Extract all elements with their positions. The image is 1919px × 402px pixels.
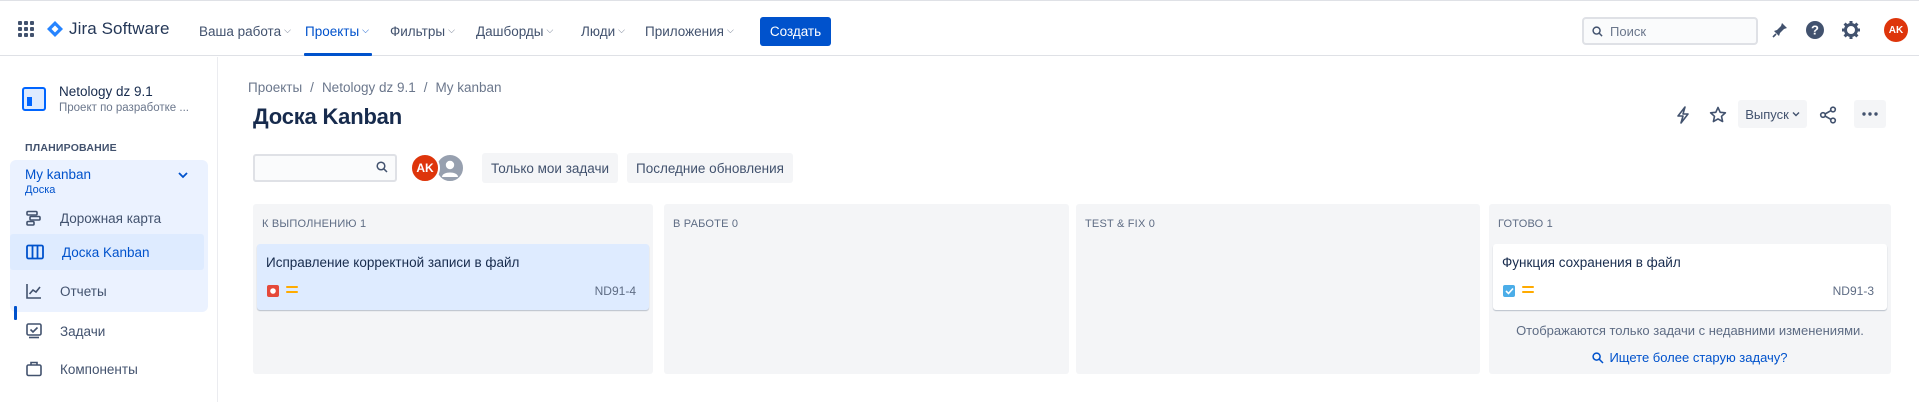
sidebar-item-reports[interactable]: Отчеты — [10, 273, 204, 309]
jira-logo[interactable]: Jira Software — [46, 19, 170, 39]
board-column-in-progress: В РАБОТЕ 0 — [664, 204, 1069, 374]
issue-card[interactable]: Исправление корректной записи в файл ND9… — [257, 244, 649, 310]
project-sidebar: Netology dz 9.1 Проект по разработке ...… — [0, 57, 218, 402]
active-nav-indicator — [304, 53, 372, 56]
nav-label: Люди — [581, 23, 616, 39]
app-switcher-icon[interactable] — [18, 21, 34, 37]
project-type: Проект по разработке ... — [59, 102, 189, 114]
sidebar-item-issues[interactable]: Задачи — [10, 313, 204, 349]
column-header: ГОТОВО 1 — [1498, 218, 1553, 230]
board-switcher-sub: Доска — [25, 184, 56, 196]
user-avatar[interactable]: AK — [1884, 18, 1908, 42]
board-column-todo: К ВЫПОЛНЕНИЮ 1 Исправление корректной за… — [253, 204, 653, 374]
column-header: В РАБОТЕ 0 — [673, 218, 739, 230]
planning-section-title: ПЛАНИРОВАНИЕ — [25, 142, 117, 154]
column-header: К ВЫПОЛНЕНИЮ 1 — [262, 218, 367, 230]
breadcrumb-separator: / — [423, 80, 428, 95]
create-button[interactable]: Создать — [760, 17, 831, 46]
nav-apps[interactable]: Приложения ⌵ — [645, 22, 734, 40]
chevron-down-icon: ⌵ — [546, 24, 554, 35]
filter-recently-updated[interactable]: Последние обновления — [627, 153, 793, 183]
nav-label: Проекты — [305, 23, 360, 39]
board-column-done: ГОТОВО 1 Функция сохранения в файл ND91-… — [1489, 204, 1891, 374]
older-issues-link-label: Ищете более старую задачу? — [1609, 350, 1788, 365]
search-icon — [376, 161, 388, 173]
board-search-input[interactable] — [255, 156, 365, 180]
sidebar-item-label: Отчеты — [60, 283, 107, 299]
issue-key[interactable]: ND91-3 — [1833, 284, 1874, 298]
svg-text:?: ? — [1811, 23, 1819, 38]
sidebar-item-roadmap[interactable]: Дорожная карта — [10, 200, 204, 236]
share-icon[interactable] — [1816, 103, 1840, 127]
board-icon — [26, 244, 44, 260]
nav-label: Фильтры — [390, 23, 446, 39]
project-name[interactable]: Netology dz 9.1 — [59, 84, 153, 99]
app-name: Jira Software — [69, 19, 170, 38]
sidebar-item-kanban-board[interactable]: Доска Kanban — [10, 234, 204, 270]
chevron-down-icon: ⌵ — [726, 24, 734, 35]
issue-card[interactable]: Функция сохранения в файл ND91-3 — [1493, 244, 1887, 310]
sidebar-item-label: Дорожная карта — [60, 210, 162, 226]
nav-your-work[interactable]: Ваша работа ⌵ — [199, 22, 291, 40]
search-input[interactable] — [1610, 23, 1740, 39]
sidebar-item-label: Задачи — [60, 323, 106, 339]
chevron-down-icon: ⌵ — [362, 24, 369, 35]
sidebar-item-components[interactable]: Компоненты — [10, 351, 204, 387]
issue-key[interactable]: ND91-4 — [595, 284, 636, 298]
older-issues-link[interactable]: Ищете более старую задачу? — [1489, 350, 1891, 365]
global-search[interactable] — [1582, 17, 1758, 45]
task-checkbox-icon — [1503, 285, 1515, 297]
board-search-field[interactable] — [253, 154, 397, 182]
recent-issues-note: Отображаются только задачи с недавними и… — [1516, 323, 1864, 338]
roadmap-icon — [26, 210, 41, 226]
issue-summary: Функция сохранения в файл — [1502, 255, 1681, 270]
chevron-down-icon: ⌵ — [448, 24, 455, 35]
release-button[interactable]: Выпуск — [1738, 100, 1807, 128]
nav-dashboards[interactable]: Дашборды ⌵ — [476, 22, 553, 40]
nav-label: Ваша работа — [199, 23, 282, 39]
assignee-avatar[interactable]: AK — [410, 153, 440, 183]
chevron-down-icon: ⌵ — [284, 24, 291, 35]
automation-lightning-icon[interactable] — [1671, 103, 1695, 127]
settings-gear-icon[interactable] — [1840, 19, 1862, 41]
sidebar-item-label: Компоненты — [60, 361, 138, 377]
priority-medium-icon — [286, 286, 298, 296]
components-icon — [26, 361, 42, 377]
breadcrumb-board[interactable]: My kanban — [436, 80, 502, 95]
sidebar-item-label: Доска Kanban — [62, 244, 150, 260]
issues-icon — [26, 323, 42, 339]
column-header: TEST & FIX 0 — [1085, 218, 1156, 230]
chevron-down-icon[interactable] — [178, 170, 188, 182]
star-icon[interactable] — [1706, 103, 1730, 127]
breadcrumb: Проекты / Netology dz 9.1 / My kanban — [248, 80, 502, 95]
filter-only-my-issues[interactable]: Только мои задачи — [482, 153, 619, 183]
help-icon[interactable]: ? — [1804, 19, 1826, 41]
reports-icon — [26, 284, 41, 299]
breadcrumb-projects[interactable]: Проекты — [248, 80, 302, 95]
page-title: Доска Kanban — [253, 104, 402, 129]
breadcrumb-project[interactable]: Netology dz 9.1 — [322, 80, 416, 95]
nav-people[interactable]: Люди ⌵ — [581, 22, 625, 40]
nav-filters[interactable]: Фильтры ⌵ — [390, 22, 455, 40]
search-icon — [1592, 25, 1603, 37]
breadcrumb-separator: / — [310, 80, 314, 95]
board-switcher-title[interactable]: My kanban — [25, 167, 91, 182]
chevron-down-icon: ⌵ — [618, 24, 625, 35]
board-column-test-fix: TEST & FIX 0 — [1076, 204, 1480, 374]
bug-icon — [267, 285, 279, 297]
search-icon — [1592, 351, 1604, 364]
nav-label: Приложения — [645, 23, 724, 39]
release-label: Выпуск — [1745, 106, 1789, 122]
more-actions-icon[interactable] — [1854, 100, 1886, 128]
notifications-icon[interactable] — [1769, 19, 1791, 41]
nav-label: Дашборды — [476, 23, 544, 39]
top-navigation: Jira Software Ваша работа ⌵ Проекты ⌵ Филь… — [0, 0, 1919, 56]
jira-diamond-icon — [47, 21, 63, 37]
chevron-down-icon — [1792, 112, 1800, 117]
project-icon — [22, 87, 46, 111]
nav-projects[interactable]: Проекты ⌵ — [305, 22, 369, 40]
issue-summary: Исправление корректной записи в файл — [266, 255, 520, 270]
priority-medium-icon — [1522, 286, 1534, 296]
